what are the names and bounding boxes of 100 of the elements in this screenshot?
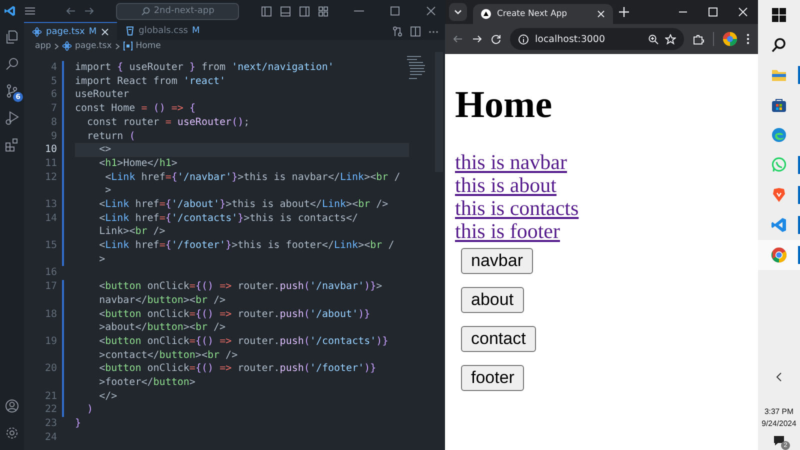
primary-sidebar-toggle-icon[interactable] xyxy=(261,6,272,16)
line-number: 16 xyxy=(44,266,57,280)
split-editor-icon[interactable] xyxy=(410,26,421,36)
code-line: <> xyxy=(98,143,112,157)
tab-search-icon[interactable] xyxy=(449,3,467,21)
css-file-icon xyxy=(124,26,135,36)
breadcrumb-item[interactable]: Home xyxy=(136,41,161,51)
open-changes-icon[interactable] xyxy=(392,26,403,36)
code-line: Link><br /> xyxy=(98,225,166,240)
triangle-logo-icon xyxy=(481,9,491,19)
line-number: 14 xyxy=(44,212,57,226)
code-line: <Link href={'/navbar'}>this is navbar</Link><br / xyxy=(104,170,402,184)
line-number: 13 xyxy=(44,198,57,212)
back-arrow-icon[interactable] xyxy=(66,6,76,16)
code-editor-icon[interactable] xyxy=(771,217,787,233)
line-number: 10 xyxy=(44,143,57,157)
info-icon[interactable] xyxy=(518,34,529,44)
line-number: 17 xyxy=(44,280,57,294)
browser-wheel-icon[interactable] xyxy=(771,247,787,263)
code-line: <h1>Home</h1> xyxy=(98,156,178,171)
browser-tab[interactable]: Create Next App xyxy=(473,4,613,24)
layout-icon[interactable] xyxy=(318,6,329,16)
shopping-bag-icon[interactable] xyxy=(771,97,787,113)
account-icon[interactable] xyxy=(5,399,19,413)
address-bar[interactable]: localhost:3000 xyxy=(510,28,684,50)
line-number: 19 xyxy=(44,334,57,349)
code-line: return ( xyxy=(86,130,136,144)
new-tab-icon[interactable] xyxy=(619,7,629,17)
line-number: 18 xyxy=(44,308,57,322)
code-line: } xyxy=(75,417,82,431)
back-arrow-icon[interactable] xyxy=(453,34,463,44)
zoom-icon[interactable] xyxy=(648,34,659,44)
line-number: 15 xyxy=(44,239,57,254)
secondary-sidebar-toggle-icon[interactable] xyxy=(299,6,310,16)
search-icon[interactable] xyxy=(771,37,787,53)
chevron-left-icon[interactable] xyxy=(775,372,783,382)
code-line: <Link href={'/about'}>this is about</Link><br /> xyxy=(98,198,390,212)
line-number: 20 xyxy=(44,362,57,376)
editor-tab[interactable]: page.tsx M xyxy=(24,22,117,40)
settings-icon[interactable] xyxy=(5,426,19,440)
code-line: > xyxy=(98,252,106,266)
line-number: 12 xyxy=(44,170,57,185)
line-number: 8 xyxy=(50,116,57,130)
code-line: const router = useRouter(); xyxy=(86,116,251,130)
chevron-right-icon xyxy=(54,42,59,50)
source-control-icon[interactable] xyxy=(5,84,19,98)
editor-tab[interactable]: globals.css M xyxy=(116,22,208,40)
close-icon[interactable] xyxy=(100,28,109,36)
panel-toggle-icon[interactable] xyxy=(280,6,291,16)
bookmark-star-icon[interactable] xyxy=(665,34,676,44)
line-number: 9 xyxy=(50,130,57,144)
line-number: 22 xyxy=(44,403,57,418)
symbol-icon xyxy=(122,41,133,51)
menu-icon[interactable] xyxy=(24,6,36,16)
page-heading: Home xyxy=(455,83,554,127)
page-link[interactable]: this is about xyxy=(455,174,557,197)
wave-circle-icon[interactable] xyxy=(771,127,787,143)
line-number: 6 xyxy=(50,88,57,102)
notification-icon[interactable] xyxy=(773,435,785,446)
extensions-puzzle-icon[interactable] xyxy=(693,34,704,44)
search-icon xyxy=(140,6,150,16)
page-button[interactable]: contact xyxy=(461,326,536,352)
explorer-icon[interactable] xyxy=(5,30,19,44)
line-number: 11 xyxy=(44,156,57,171)
page-button[interactable]: navbar xyxy=(461,248,533,274)
reload-icon[interactable] xyxy=(491,34,501,44)
code-line: navbar</button><br /> xyxy=(98,294,227,308)
page-link[interactable]: this is navbar xyxy=(455,151,567,174)
code-line: <Link href={'/contacts'}>this is contacts</ xyxy=(98,212,360,226)
code-line: useRouter xyxy=(75,88,130,102)
extensions-icon[interactable] xyxy=(5,138,19,152)
lion-shield-icon[interactable] xyxy=(771,187,787,203)
line-number: 4 xyxy=(50,61,57,75)
more-menu-icon[interactable] xyxy=(746,33,750,45)
page-button[interactable]: about xyxy=(461,287,524,313)
vscode-logo-icon xyxy=(4,5,16,17)
breadcrumb-item[interactable]: app xyxy=(35,41,51,51)
page-link[interactable]: this is contacts xyxy=(455,197,579,220)
code-line: >about</button><br /> xyxy=(98,321,227,335)
run-debug-icon[interactable] xyxy=(5,111,19,125)
line-number: 24 xyxy=(44,430,57,444)
code-line: import React from 'react' xyxy=(75,74,227,88)
breadcrumb-item[interactable]: page.tsx xyxy=(75,41,112,51)
code-line: ) xyxy=(86,403,94,418)
page-link[interactable]: this is footer xyxy=(455,220,560,243)
code-line: <button onClick={() => router.push('/footer')} xyxy=(98,362,378,376)
line-number: 21 xyxy=(44,390,57,404)
page-button[interactable]: footer xyxy=(461,365,524,391)
code-line: > xyxy=(104,184,112,198)
profile-avatar-icon[interactable] xyxy=(723,32,737,46)
folder-icon[interactable] xyxy=(771,67,787,83)
close-icon[interactable] xyxy=(597,10,605,18)
line-number: 5 xyxy=(50,74,57,88)
windows-logo-icon[interactable] xyxy=(771,7,787,23)
code-line: const Home = () => { xyxy=(75,102,196,116)
code-line: <button onClick={() => router.push('/contacts')} xyxy=(98,334,390,349)
line-number: 23 xyxy=(44,417,57,431)
code-line: >contact</button><br /> xyxy=(98,348,239,362)
code-line: import { useRouter } from 'next/navigation' xyxy=(75,61,335,75)
chevron-right-icon xyxy=(114,42,120,50)
